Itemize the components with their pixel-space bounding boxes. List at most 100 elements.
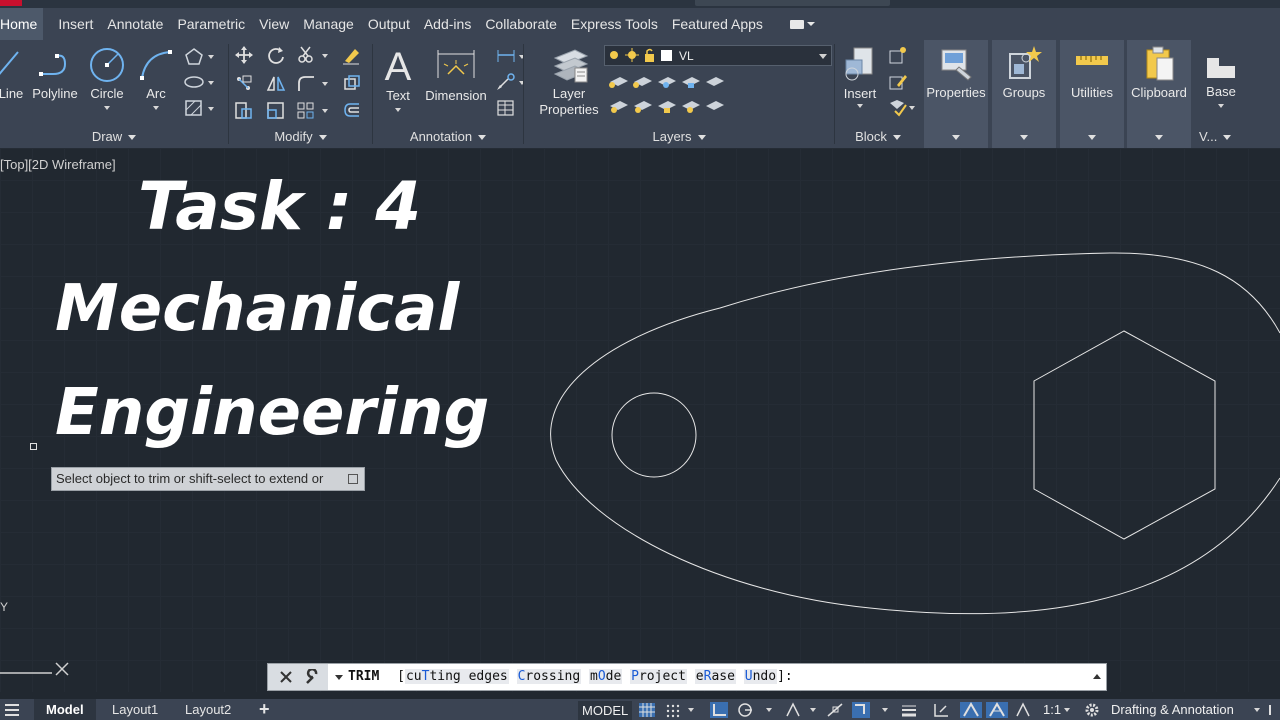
polar-tracking-icon[interactable] [736,702,754,718]
circle-button[interactable]: Circle [86,46,128,110]
arc-button[interactable]: Arc [136,46,176,110]
attribute-icon[interactable] [887,97,909,117]
hexagon[interactable] [1033,330,1216,540]
tab-home[interactable]: Home [0,8,44,40]
clipboard-panel-button[interactable]: Clipboard [1127,40,1191,148]
tab-express-tools[interactable]: Express Tools [564,8,665,40]
drawing-area[interactable]: [Top][2D Wireframe] Task : 4 Mechanical … [0,148,1280,692]
outer-profile[interactable] [550,252,1280,615]
tab-view[interactable]: View [252,8,296,40]
lineweight-icon[interactable] [900,702,918,718]
chevron-down-icon [697,135,706,141]
chevron-down-icon [322,109,328,113]
hamburger-menu-icon[interactable] [4,703,20,717]
auto-scale-icon[interactable] [1014,702,1032,718]
overlay-engineering: Engineering [55,376,490,450]
modify-panel-title[interactable]: Modify [229,129,372,144]
annotation-scale-icon[interactable] [960,702,982,718]
option-project[interactable]: Project [630,669,687,684]
workspace-switch[interactable]: Drafting & Annotation [1111,699,1234,720]
copy-icon[interactable] [233,73,255,93]
move-icon[interactable] [233,45,255,65]
tab-insert[interactable]: Insert [51,8,100,40]
dynamic-ucs-icon[interactable] [932,702,950,718]
polygon-icon[interactable] [183,46,205,66]
layer-tools-icons[interactable] [608,72,738,122]
array-icon[interactable] [295,100,317,120]
stretch-icon[interactable] [233,100,255,120]
option-crossing[interactable]: Crossing [516,669,582,684]
text-button[interactable]: A Text [379,44,417,112]
tab-output[interactable]: Output [361,8,417,40]
dimension-button[interactable]: Dimension [423,44,489,104]
hole-circle[interactable] [611,392,697,478]
tab-model[interactable]: Model [34,699,96,720]
tab-layout1[interactable]: Layout1 [112,699,158,720]
chevron-down-icon [1155,135,1163,140]
option-erase[interactable]: eRase [694,669,736,684]
tab-collaborate[interactable]: Collaborate [478,8,564,40]
tab-parametric[interactable]: Parametric [170,8,252,40]
line-button[interactable]: Line [0,46,26,102]
grid-display-icon[interactable] [638,702,656,718]
close-icon[interactable] [280,671,292,683]
autocad-logo[interactable] [0,0,22,6]
block-panel-title[interactable]: Block [835,129,921,144]
annotation-visibility-icon[interactable] [986,702,1008,718]
ellipse-icon[interactable] [183,72,205,92]
option-undo[interactable]: Undo [743,669,778,684]
leader-icon[interactable] [495,72,517,92]
ortho-mode-icon[interactable] [710,702,728,718]
layers-panel-title[interactable]: Layers [524,129,834,144]
chevron-down-icon [688,708,694,712]
tab-layout2[interactable]: Layout2 [185,699,231,720]
edit-block-icon[interactable] [887,71,909,91]
scale-icon[interactable] [265,100,287,120]
tab-manage[interactable]: Manage [296,8,361,40]
trim-icon[interactable] [295,45,317,65]
snap-mode-icon[interactable] [664,702,682,718]
object-snap-icon[interactable] [852,702,870,718]
layer-dropdown[interactable]: VL [604,45,832,66]
view-panel-title[interactable]: V... [1199,129,1280,144]
object-snap-tracking-icon[interactable] [826,702,844,718]
workspace-gear-icon[interactable] [1083,702,1101,718]
annotation-panel-title[interactable]: Annotation [373,129,523,144]
option-mode[interactable]: mOde [589,669,623,684]
current-layer-name: VL [679,48,694,63]
base-button[interactable]: Base [1199,44,1243,108]
model-space-button[interactable]: MODEL [578,701,633,720]
recent-commands-dropdown[interactable] [335,675,343,680]
explode-icon[interactable] [341,73,363,93]
utilities-panel-button[interactable]: Utilities [1060,40,1124,148]
table-icon[interactable] [495,98,517,118]
create-block-icon[interactable] [887,45,909,65]
search-box[interactable] [695,0,890,6]
tab-featured-apps[interactable]: Featured Apps [665,8,770,40]
command-history-toggle[interactable] [1093,674,1101,679]
mirror-icon[interactable] [265,73,287,93]
offset-icon[interactable] [341,100,363,120]
hatch-icon[interactable] [183,98,205,118]
chevron-down-icon [104,106,110,110]
customize-wrench-icon[interactable] [304,669,320,685]
tab-annotate[interactable]: Annotate [100,8,170,40]
insert-button[interactable]: Insert [837,44,883,108]
layer-properties-button[interactable]: Layer Properties [534,44,604,118]
annotation-scale-value[interactable]: 1:1 [1043,699,1061,720]
polyline-button[interactable]: Polyline [30,46,80,102]
tab-add-ins[interactable]: Add-ins [417,8,478,40]
groups-panel-button[interactable]: Groups [992,40,1056,148]
fillet-icon[interactable] [295,73,317,93]
customize-status-icon[interactable] [1266,702,1280,718]
rotate-icon[interactable] [265,45,287,65]
linear-dimension-icon[interactable] [495,46,517,66]
erase-icon[interactable] [341,45,363,65]
isometric-drafting-icon[interactable] [784,702,802,718]
draw-panel-title[interactable]: Draw [0,129,228,144]
option-cutting-edges[interactable]: cuTting edges [404,669,509,684]
add-layout-button[interactable]: + [259,699,270,720]
command-line[interactable]: TRIM [cuTting edges Crossing mOde Projec… [267,663,1107,691]
properties-panel-button[interactable]: Properties [924,40,988,148]
ribbon-display-toggle[interactable] [789,18,818,30]
